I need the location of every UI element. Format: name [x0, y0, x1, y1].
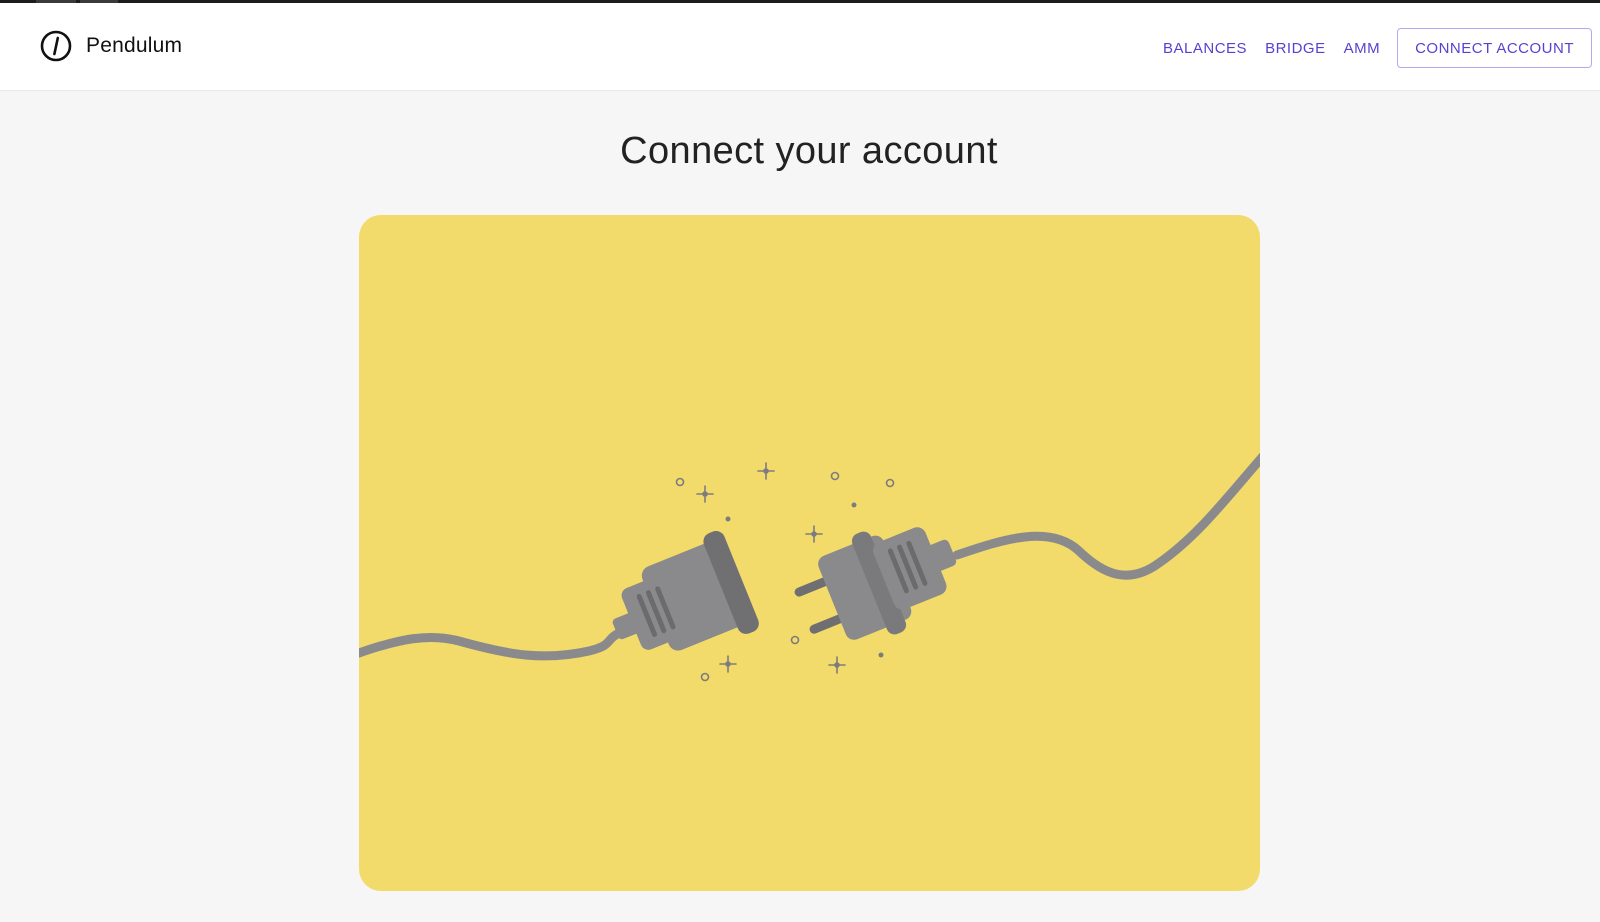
- unplugged-cable-illustration: [359, 452, 1260, 682]
- nav-link-bridge[interactable]: BRIDGE: [1256, 30, 1335, 67]
- page-title: Connect your account: [620, 130, 998, 172]
- right-cable: [952, 452, 1260, 580]
- left-plug: [612, 530, 759, 651]
- right-plug: [794, 527, 957, 640]
- app-name: Pendulum: [86, 34, 183, 57]
- illustration-card: [359, 215, 1260, 891]
- left-cable: [359, 627, 626, 661]
- nav-link-balances[interactable]: BALANCES: [1154, 30, 1256, 67]
- nav-link-amm[interactable]: AMM: [1335, 30, 1390, 67]
- connect-account-button[interactable]: CONNECT ACCOUNT: [1397, 28, 1592, 68]
- main-nav: BALANCES BRIDGE AMM CONNECT ACCOUNT: [1154, 27, 1592, 69]
- pendulum-logo-icon: [40, 30, 72, 62]
- top-navbar: Pendulum BALANCES BRIDGE AMM CONNECT ACC…: [0, 3, 1600, 91]
- brand[interactable]: Pendulum: [40, 29, 182, 63]
